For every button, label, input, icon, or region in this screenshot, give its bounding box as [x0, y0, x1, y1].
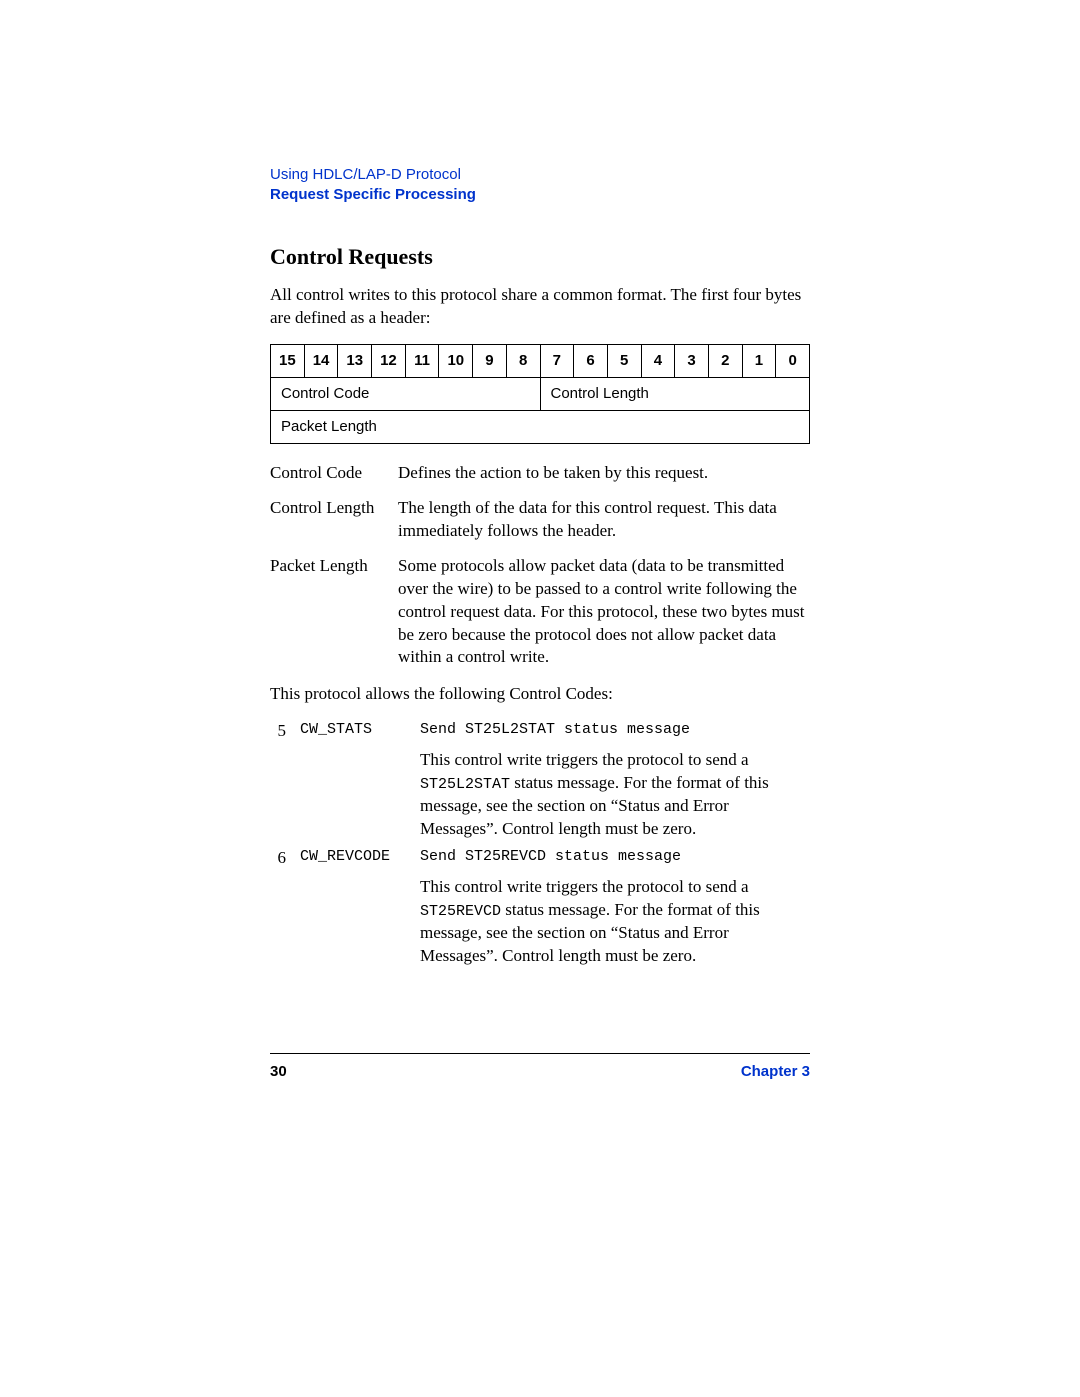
code-desc: This control write triggers the protocol…: [420, 749, 810, 841]
bit-row-2: Packet Length: [271, 410, 810, 443]
bit-cell: 13: [338, 344, 372, 377]
bit-cell: 5: [607, 344, 641, 377]
bit-cell: 9: [473, 344, 507, 377]
bit-row-1: Control Code Control Length: [271, 377, 810, 410]
bit-cell: 2: [708, 344, 742, 377]
bit-cell: 12: [372, 344, 406, 377]
code-desc: This control write triggers the protocol…: [420, 876, 810, 968]
bit-cell: 14: [304, 344, 338, 377]
bit-cell: 1: [742, 344, 776, 377]
code-name: CW_REVCODE: [300, 847, 420, 870]
def-term: Packet Length: [270, 555, 398, 670]
bit-cell: 7: [540, 344, 574, 377]
code-number: 5: [270, 720, 300, 743]
def-term: Control Length: [270, 497, 398, 543]
bit-cell: 10: [439, 344, 473, 377]
page-content: Using HDLC/LAP-D Protocol Request Specif…: [270, 165, 810, 968]
intro-paragraph: All control writes to this protocol shar…: [270, 284, 810, 330]
bit-cell: 6: [574, 344, 608, 377]
def-desc: The length of the data for this control …: [398, 497, 810, 543]
code-desc-pre: This control write triggers the protocol…: [420, 750, 749, 769]
bit-cell: 4: [641, 344, 675, 377]
packet-length-field: Packet Length: [271, 410, 810, 443]
def-desc: Some protocols allow packet data (data t…: [398, 555, 810, 670]
running-head-line1: Using HDLC/LAP-D Protocol: [270, 165, 810, 185]
definition-list: Control Code Defines the action to be ta…: [270, 462, 810, 670]
control-code-field: Control Code: [271, 377, 541, 410]
def-desc: Defines the action to be taken by this r…: [398, 462, 810, 485]
bit-cell: 0: [776, 344, 810, 377]
chapter-label: Chapter 3: [741, 1063, 810, 1080]
def-term: Control Code: [270, 462, 398, 485]
code-desc-pre: This control write triggers the protocol…: [420, 877, 749, 896]
running-head-line2: Request Specific Processing: [270, 185, 810, 205]
page-footer: 30 Chapter 3: [270, 1063, 810, 1080]
control-codes-list: 5 CW_STATS Send ST25L2STAT status messag…: [270, 720, 810, 968]
code-short: Send ST25L2STAT status message: [420, 720, 810, 743]
bit-cell: 8: [506, 344, 540, 377]
control-length-field: Control Length: [540, 377, 810, 410]
code-desc-mono: ST25REVCD: [420, 903, 501, 920]
bit-header-row: 15 14 13 12 11 10 9 8 7 6 5 4 3 2 1 0: [271, 344, 810, 377]
bit-layout-table: 15 14 13 12 11 10 9 8 7 6 5 4 3 2 1 0 Co…: [270, 344, 810, 444]
code-name: CW_STATS: [300, 720, 420, 743]
footer-rule: [270, 1053, 810, 1054]
code-desc-mono: ST25L2STAT: [420, 776, 510, 793]
code-short: Send ST25REVCD status message: [420, 847, 810, 870]
code-number: 6: [270, 847, 300, 870]
codes-intro: This protocol allows the following Contr…: [270, 683, 810, 706]
section-heading: Control Requests: [270, 244, 810, 270]
bit-cell: 11: [405, 344, 439, 377]
page-number: 30: [270, 1063, 287, 1080]
bit-cell: 15: [271, 344, 305, 377]
bit-cell: 3: [675, 344, 709, 377]
